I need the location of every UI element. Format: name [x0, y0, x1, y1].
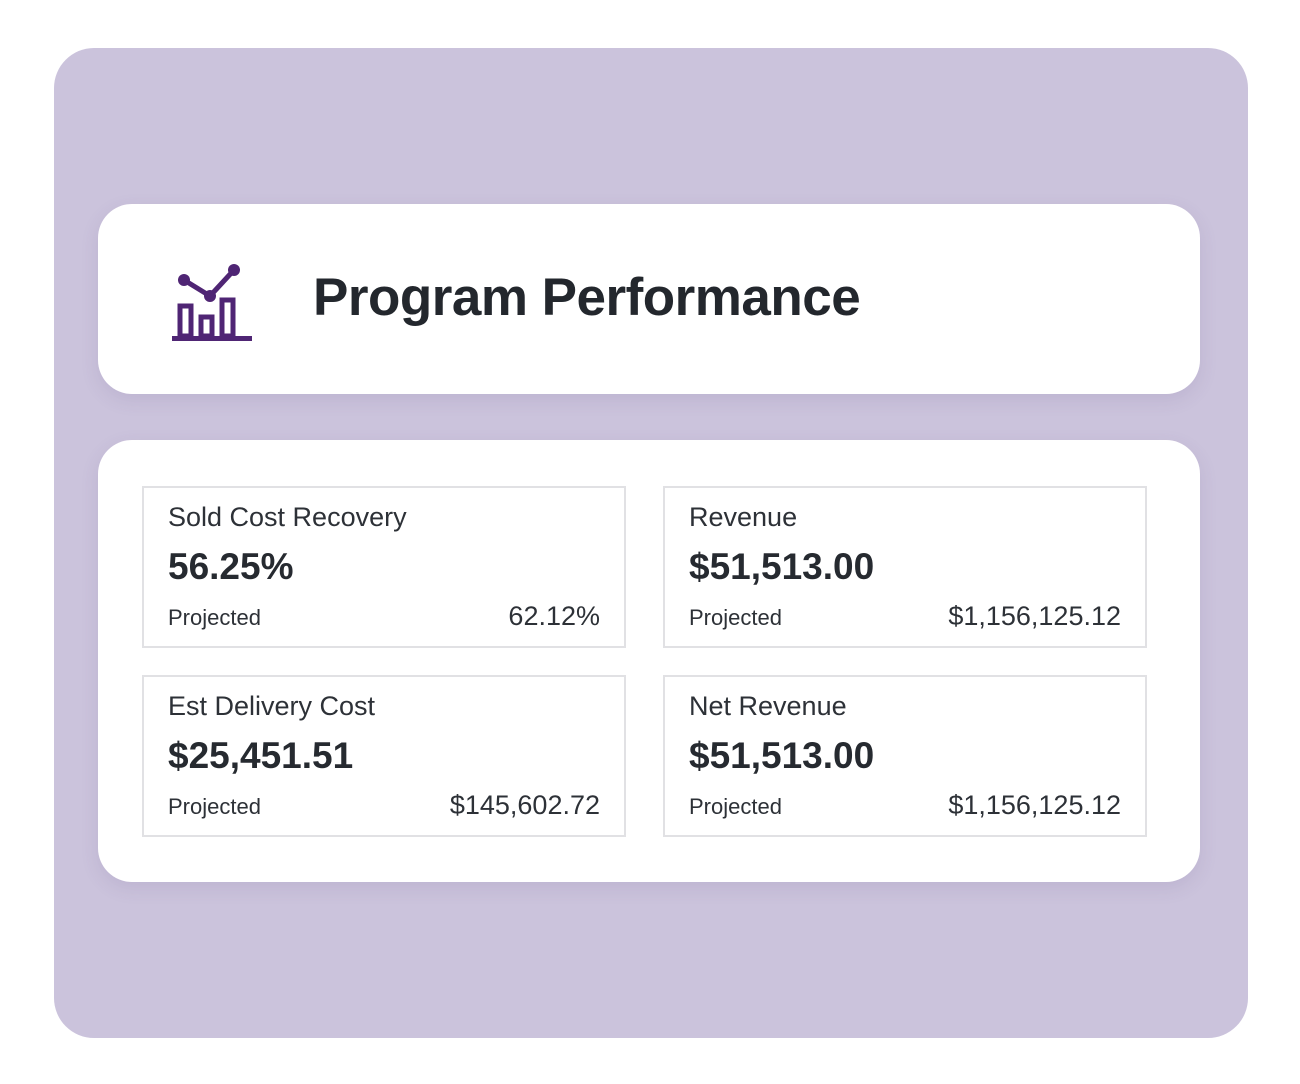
metric-label: Sold Cost Recovery [168, 502, 407, 532]
metric-value: $25,451.51 [168, 735, 354, 776]
projected-label: Projected [689, 794, 782, 819]
projected-value: $1,156,125.12 [948, 601, 1121, 631]
metric-value: $51,513.00 [689, 735, 875, 776]
projected-label: Projected [168, 794, 261, 819]
projected-label: Projected [168, 605, 261, 630]
metrics-card: Sold Cost Recovery 56.25% Projected 62.1… [98, 440, 1200, 882]
metric-value: $51,513.00 [689, 546, 875, 587]
page-title: Program Performance [313, 268, 861, 327]
projected-value: $1,156,125.12 [948, 790, 1121, 820]
metric-value: 56.25% [168, 546, 294, 587]
metric-card-revenue: Revenue $51,513.00 Projected $1,156,125.… [663, 486, 1147, 648]
metric-card-sold-cost-recovery: Sold Cost Recovery 56.25% Projected 62.1… [142, 486, 626, 648]
dashboard-frame: Program Performance Sold Cost Recovery 5… [54, 48, 1248, 1038]
metric-label: Revenue [689, 502, 798, 532]
metric-card-est-delivery-cost: Est Delivery Cost $25,451.51 Projected $… [142, 675, 626, 837]
analytics-chart-icon [172, 264, 252, 341]
projected-label: Projected [689, 605, 782, 630]
header-card: Program Performance [98, 204, 1200, 394]
metric-label: Net Revenue [689, 691, 847, 721]
metric-card-net-revenue: Net Revenue $51,513.00 Projected $1,156,… [663, 675, 1147, 837]
projected-value: $145,602.72 [449, 790, 600, 820]
projected-value: 62.12% [508, 601, 600, 631]
metric-label: Est Delivery Cost [168, 691, 376, 721]
